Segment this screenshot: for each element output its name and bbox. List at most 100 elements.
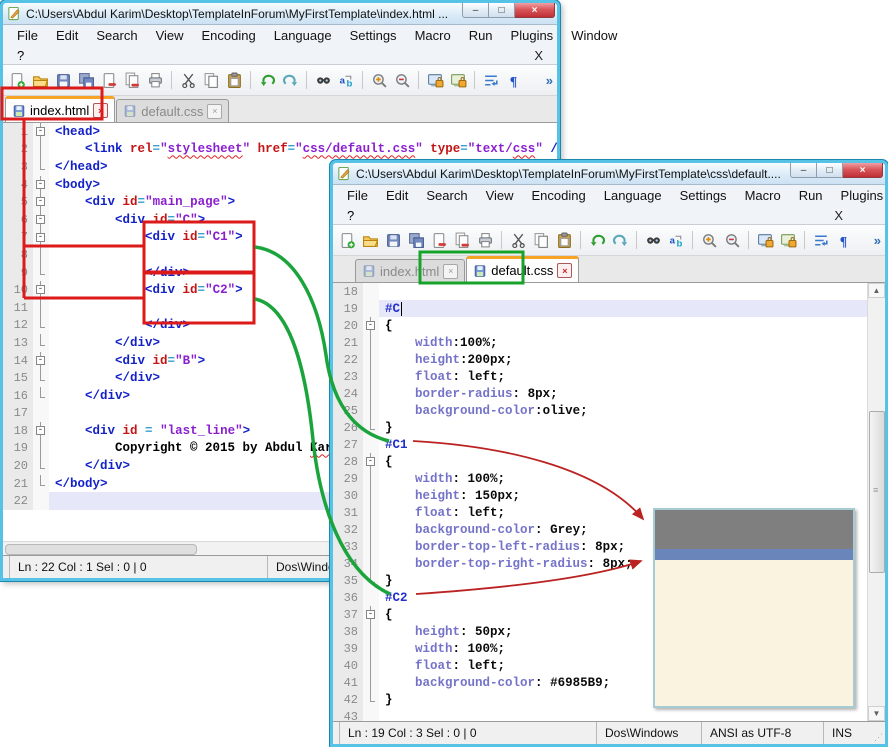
menu-search[interactable]: Search [88,27,145,44]
word-wrap-icon[interactable] [811,230,831,250]
fold-margin[interactable]: - [33,422,49,440]
fold-margin[interactable] [33,246,49,264]
fold-margin[interactable]: - [33,123,49,141]
vertical-scrollbar[interactable]: ▲ ▼ [867,283,885,721]
fold-margin[interactable] [33,317,49,335]
redo-icon[interactable] [610,230,630,250]
cut-icon[interactable] [178,70,198,90]
tab-default-css[interactable]: default.css× [466,256,579,282]
fold-margin[interactable] [363,691,379,708]
sync-v-icon[interactable] [425,70,445,90]
replace-icon[interactable]: ab [336,70,356,90]
menu-macro[interactable]: Macro [737,187,789,204]
menu-settings[interactable]: Settings [672,187,735,204]
fold-margin[interactable]: - [33,176,49,194]
fold-collapse-icon[interactable]: - [36,426,45,435]
tab-close-icon[interactable]: × [207,104,222,119]
copy-icon[interactable] [201,70,221,90]
toolbar-overflow-chevron[interactable]: » [874,233,881,248]
new-file-icon[interactable] [337,230,357,250]
paste-icon[interactable] [224,70,244,90]
resize-grip[interactable]: ⋰ [871,722,885,744]
menu-run[interactable]: Run [461,27,501,44]
fold-collapse-icon[interactable]: - [36,233,45,242]
fold-margin[interactable] [363,419,379,436]
menu-settings[interactable]: Settings [342,27,405,44]
menu-language[interactable]: Language [266,27,340,44]
fold-margin[interactable]: - [33,352,49,370]
undo-icon[interactable] [257,70,277,90]
maximize-button[interactable]: □ [817,163,843,178]
menu-language[interactable]: Language [596,187,670,204]
undo-icon[interactable] [587,230,607,250]
fold-margin[interactable] [363,708,379,721]
open-file-icon[interactable] [30,70,50,90]
hscroll-thumb[interactable] [5,544,197,555]
fold-collapse-icon[interactable]: - [36,356,45,365]
print-icon[interactable] [145,70,165,90]
maximize-button[interactable]: □ [489,3,515,18]
fold-margin[interactable] [363,385,379,402]
fold-margin[interactable] [33,387,49,405]
menu-view[interactable]: View [148,27,192,44]
tab-index-html[interactable]: index.html× [5,96,115,122]
fold-margin[interactable] [363,640,379,657]
fold-margin[interactable]: - [363,317,379,334]
fold-margin[interactable] [363,572,379,589]
show-all-chars-icon[interactable]: ¶ [834,230,854,250]
fold-margin[interactable] [363,487,379,504]
fold-margin[interactable] [363,504,379,521]
fold-margin[interactable] [363,351,379,368]
fold-margin[interactable] [33,369,49,387]
tab-close-icon[interactable]: × [443,264,458,279]
scroll-down-arrow[interactable]: ▼ [868,706,885,721]
fold-margin[interactable]: - [33,211,49,229]
cut-icon[interactable] [508,230,528,250]
fold-margin[interactable] [363,334,379,351]
close-all-icon[interactable] [452,230,472,250]
fold-margin[interactable] [33,457,49,475]
find-icon[interactable] [313,70,333,90]
fold-margin[interactable] [33,405,49,423]
menu-help[interactable]: ? [339,208,362,223]
fold-margin[interactable]: - [363,606,379,623]
new-file-icon[interactable] [7,70,27,90]
close-button[interactable]: × [843,163,883,178]
menu-edit[interactable]: Edit [48,27,86,44]
fold-margin[interactable] [363,623,379,640]
close-button[interactable]: × [515,3,555,18]
sync-h-icon[interactable] [448,70,468,90]
title-bar[interactable]: C:\Users\Abdul Karim\Desktop\TemplateInF… [3,3,557,25]
scroll-up-arrow[interactable]: ▲ [868,283,885,298]
menu-encoding[interactable]: Encoding [524,187,594,204]
fold-collapse-icon[interactable]: - [366,610,375,619]
fold-margin[interactable] [363,555,379,572]
fold-margin[interactable] [33,440,49,458]
print-icon[interactable] [475,230,495,250]
menu-run[interactable]: Run [791,187,831,204]
fold-margin[interactable] [33,492,49,510]
save-all-icon[interactable] [406,230,426,250]
fold-collapse-icon[interactable]: - [36,127,45,136]
menu-window[interactable]: Window [563,27,625,44]
fold-margin[interactable]: - [33,193,49,211]
zoom-out-icon[interactable] [392,70,412,90]
fold-margin[interactable] [363,521,379,538]
menu-plugins[interactable]: Plugins [833,187,888,204]
close-document-x[interactable]: X [834,208,843,223]
close-file-icon[interactable] [99,70,119,90]
fold-margin[interactable] [363,657,379,674]
fold-collapse-icon[interactable]: - [36,180,45,189]
tab-index-html[interactable]: index.html× [355,259,465,282]
fold-margin[interactable] [363,283,379,300]
tab-close-icon[interactable]: × [557,263,572,278]
menu-macro[interactable]: Macro [407,27,459,44]
fold-margin[interactable] [33,158,49,176]
fold-collapse-icon[interactable]: - [366,321,375,330]
fold-margin[interactable] [33,141,49,159]
fold-margin[interactable] [363,674,379,691]
zoom-in-icon[interactable] [699,230,719,250]
fold-collapse-icon[interactable]: - [36,197,45,206]
menu-view[interactable]: View [478,187,522,204]
minimize-button[interactable]: – [462,3,489,18]
